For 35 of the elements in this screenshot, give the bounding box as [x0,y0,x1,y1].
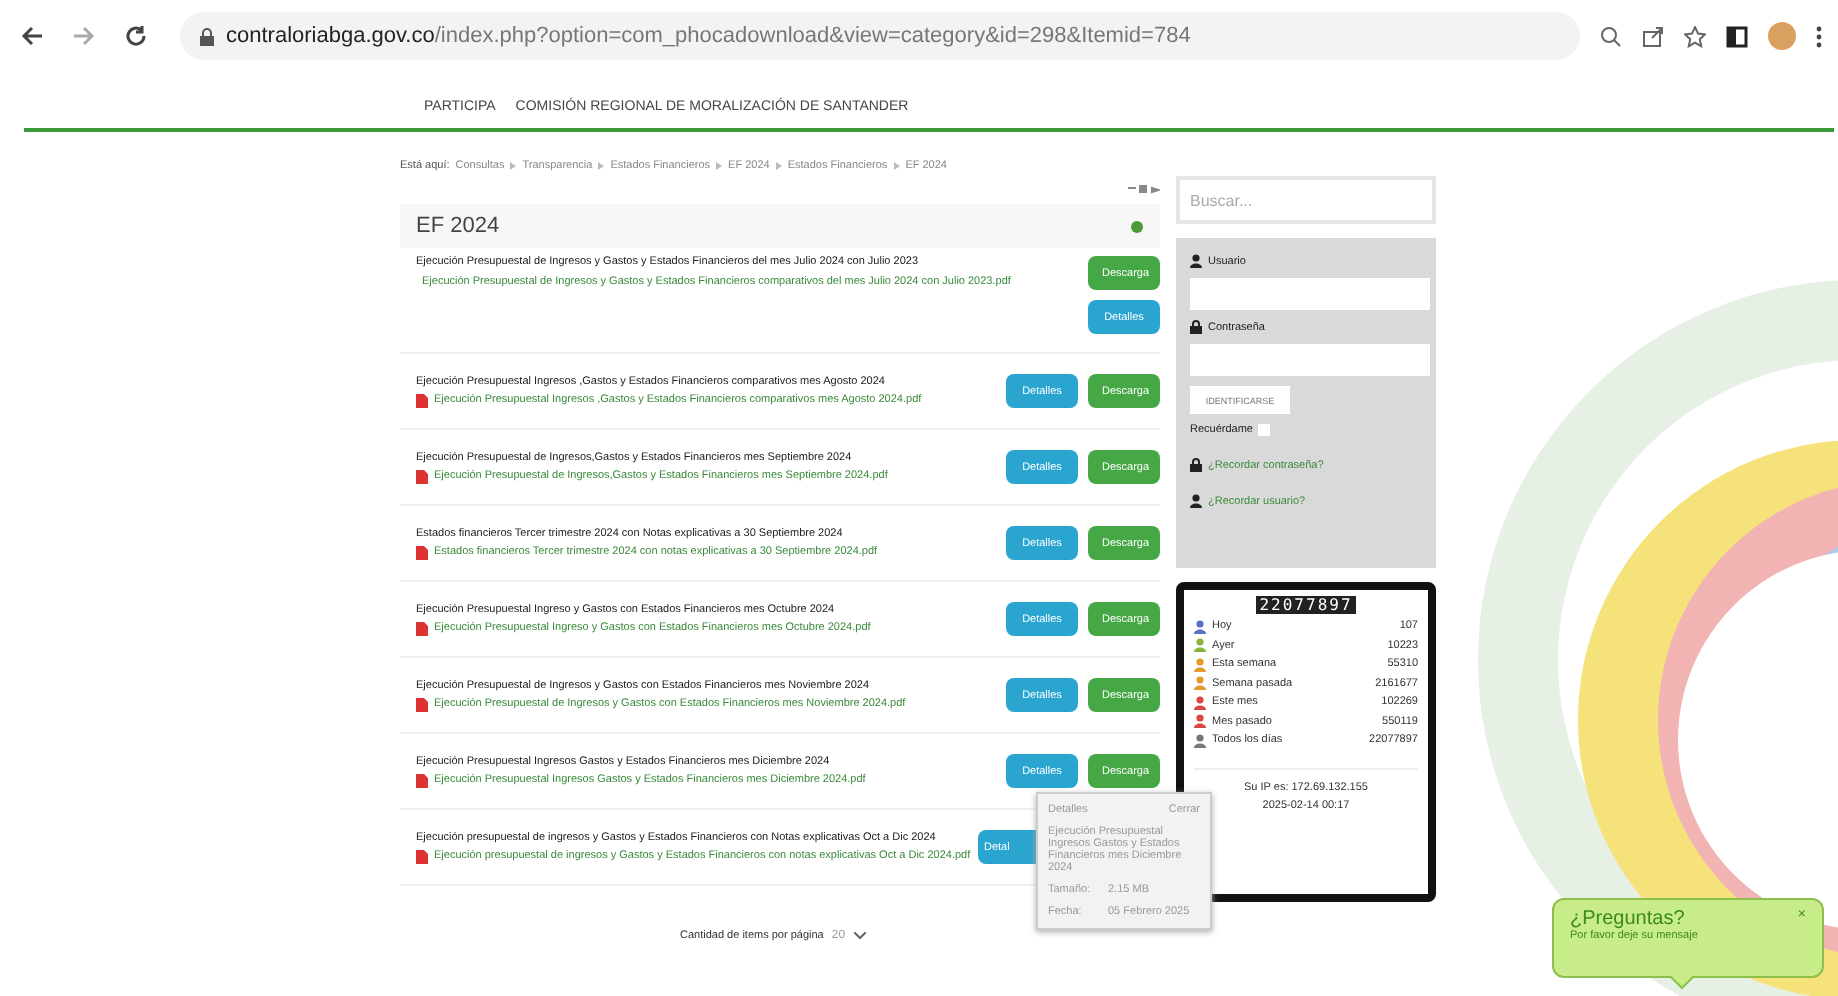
pdf-icon [416,773,428,787]
search-field[interactable]: Buscar... [1176,176,1436,224]
separator-icon [893,162,900,170]
separator-icon [716,162,723,170]
separator-icon [775,162,782,170]
lock-icon [1190,320,1202,334]
separator-icon [598,162,605,170]
pdf-icon [416,393,428,407]
pdf-icon [416,697,428,711]
toolbar-icons-drawing [1128,184,1160,194]
username-field[interactable] [1190,278,1430,310]
category-title: EF 2024 [416,214,500,238]
counter-digits: 22077897 [1255,596,1357,614]
lock-icon [200,27,214,45]
chat-title: ¿Preguntas? [1570,908,1685,930]
back-icon[interactable] [16,24,48,48]
address-bar[interactable]: contraloriabga.gov.co/index.php?option=com_phocadownload&view=category&id=298&Itemid=784 [180,12,1580,60]
user-icon [1190,254,1202,268]
sidebar-icon[interactable] [1726,25,1748,47]
pdf-icon [416,621,428,635]
remember-checkbox[interactable] [1257,424,1269,436]
pdf-icon [416,849,428,863]
lock-icon [1190,458,1202,472]
star-icon[interactable] [1684,25,1706,47]
share-icon[interactable] [1642,25,1664,47]
pdf-icon [416,469,428,483]
zoom-icon[interactable] [1600,25,1622,47]
password-field[interactable] [1190,344,1430,376]
url-text: contraloriabga.gov.co/index.php?option=com_phocadownload&view=category&id=298&Itemid=784 [226,24,1191,48]
pdf-icon [416,545,428,559]
user-icon [1190,494,1202,508]
more-icon[interactable] [1816,25,1822,47]
separator-icon [510,162,517,170]
circle-icon [1130,219,1144,233]
caret-icon [853,932,866,940]
